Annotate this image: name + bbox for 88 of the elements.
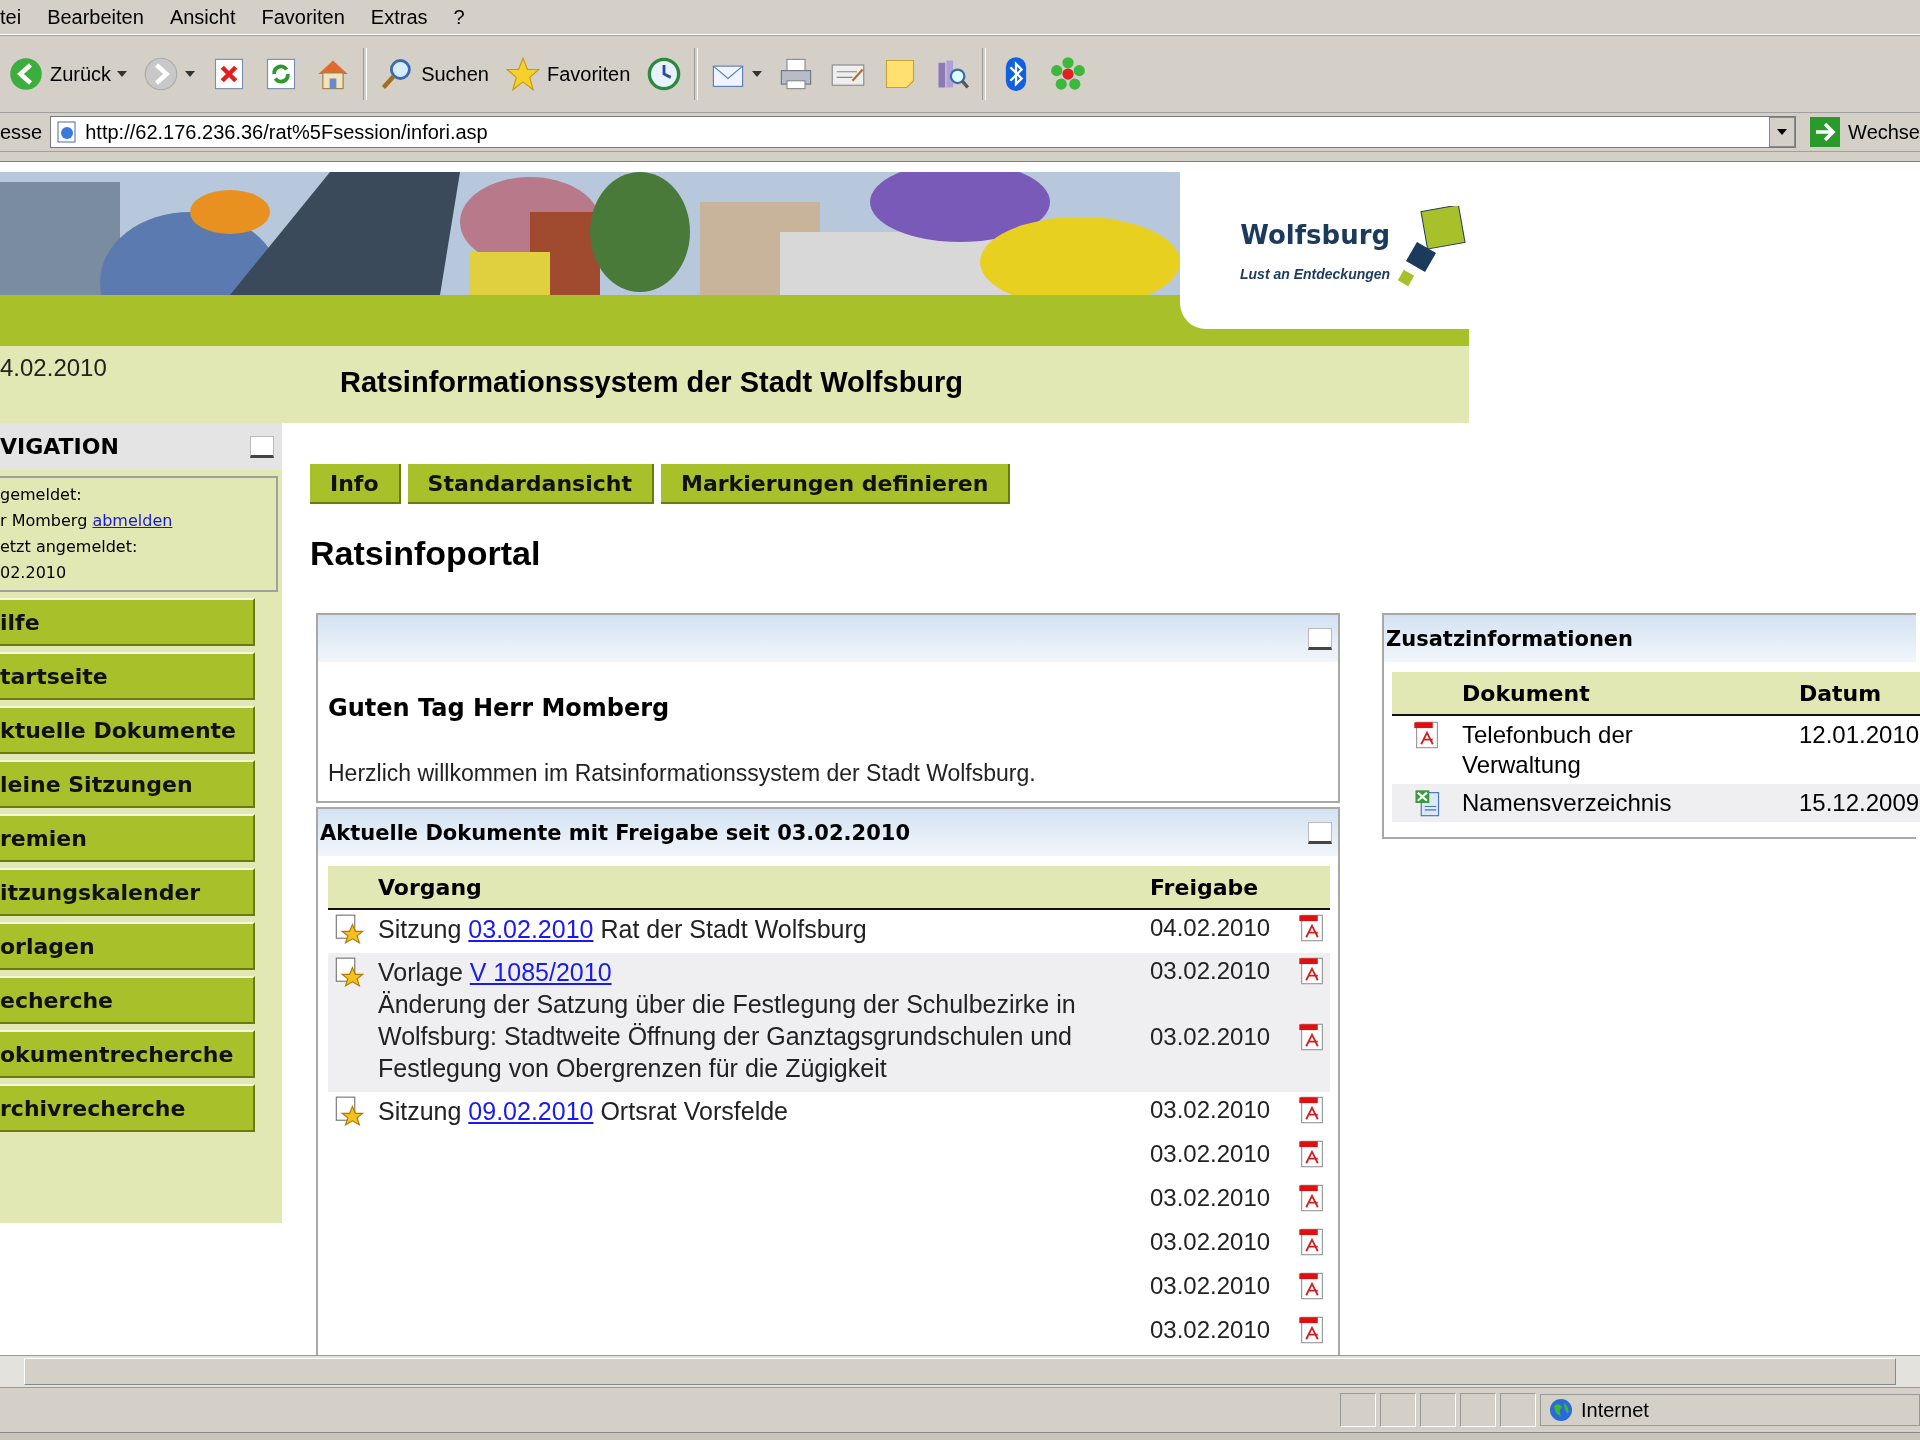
- minimize-button[interactable]: [1308, 821, 1332, 844]
- nav-button[interactable]: itzungskalender: [0, 868, 255, 916]
- panel-title: Zusatzinformationen: [1386, 626, 1634, 651]
- document-date: 15.12.2009: [1799, 789, 1920, 816]
- address-field[interactable]: http://62.176.236.36/rat%5Fsession/infori.asp: [50, 116, 1797, 148]
- toolbar-button[interactable]: Zurück: [0, 52, 136, 96]
- menu-item[interactable]: Bearbeiten: [47, 5, 144, 29]
- login-text: 02.2010: [0, 563, 67, 582]
- release-date: 03.02.2010: [1150, 1140, 1271, 1168]
- menu-item[interactable]: tei: [0, 5, 22, 29]
- scrollbar-thumb[interactable]: [24, 1358, 1896, 1385]
- menu-item[interactable]: Extras: [370, 5, 428, 29]
- nav-button[interactable]: ktuelle Dokumente: [0, 706, 255, 754]
- menu-item[interactable]: ?: [453, 5, 465, 29]
- go-button[interactable]: Wechse: [1804, 117, 1920, 147]
- nav-button[interactable]: ilfe: [0, 598, 255, 646]
- star-document-icon[interactable]: [334, 914, 364, 944]
- dropdown-button[interactable]: [1769, 117, 1796, 147]
- caret-icon: [117, 71, 128, 77]
- tab[interactable]: Standardansicht: [407, 464, 654, 504]
- release-date: 03.02.2010: [1150, 1316, 1271, 1344]
- logout-link[interactable]: abmelden: [92, 511, 173, 530]
- status-cell: [1500, 1393, 1536, 1427]
- panel-title: Aktuelle Dokumente mit Freigabe seit 03.02.2010: [320, 820, 910, 845]
- entry-text: Sitzung 03.02.2010 Rat der Stadt Wolfsburg: [378, 914, 868, 945]
- pdf-icon[interactable]: [1413, 720, 1441, 750]
- back-icon: [8, 56, 44, 92]
- welcome-text: Herzlich willkommen im Ratsinformationssystem der Stadt Wolfsburg.: [328, 760, 1037, 787]
- address-label: esse: [0, 120, 43, 144]
- page-title: Ratsinfoportal: [310, 534, 542, 573]
- column-header: Datum: [1799, 672, 1920, 715]
- logo-title: Wolfsburg: [1240, 219, 1391, 250]
- logo-slogan: Lust an Entdeckungen: [1240, 265, 1391, 282]
- column-header: Freigabe: [1150, 866, 1330, 909]
- history-icon: [646, 56, 683, 92]
- entry-link[interactable]: 03.02.2010: [468, 915, 594, 943]
- release-date: 03.02.2010: [1150, 1023, 1271, 1051]
- entry-link[interactable]: 09.02.2010: [468, 1097, 594, 1125]
- current-date: 4.02.2010: [0, 353, 108, 383]
- entry-link[interactable]: V 1085/2010: [469, 958, 612, 986]
- tab[interactable]: Info: [310, 464, 401, 504]
- globe-icon: [1549, 1398, 1573, 1422]
- login-text: etzt angemeldet:: [0, 537, 138, 556]
- forward-icon: [143, 56, 180, 92]
- navigation-title: VIGATION: [0, 434, 119, 459]
- release-date: 03.02.2010: [1150, 1184, 1271, 1212]
- toolbar-button[interactable]: Suchen: [371, 52, 497, 96]
- release-date: 03.02.2010: [1150, 1228, 1271, 1256]
- spreadsheet-icon[interactable]: [1413, 788, 1441, 818]
- status-cell: [1420, 1393, 1456, 1427]
- menu-item[interactable]: Favoriten: [261, 5, 345, 29]
- nav-button[interactable]: okumentrecherche: [0, 1030, 255, 1078]
- star-icon: [504, 56, 541, 92]
- nav-button[interactable]: tartseite: [0, 652, 255, 700]
- flower-icon: [1050, 56, 1087, 92]
- welcome-heading: Guten Tag Herr Momberg: [328, 694, 671, 722]
- toolbar-button[interactable]: Favoriten: [496, 52, 639, 96]
- nav-button[interactable]: echerche: [0, 976, 255, 1024]
- caret-icon: [752, 71, 763, 77]
- column-header: Vorgang: [378, 866, 1150, 909]
- nav-button[interactable]: rchivrecherche: [0, 1084, 255, 1132]
- login-text: r Momberg abmelden: [0, 511, 173, 530]
- release-date: 04.02.2010: [1150, 914, 1271, 942]
- menu-item[interactable]: Ansicht: [169, 5, 236, 29]
- minimize-button[interactable]: [1308, 627, 1332, 650]
- caret-icon: [185, 71, 196, 77]
- security-zone: Internet: [1581, 1398, 1649, 1422]
- nav-button[interactable]: orlagen: [0, 922, 255, 970]
- nav-button[interactable]: leine Sitzungen: [0, 760, 255, 808]
- status-cell: [1380, 1393, 1416, 1427]
- entry-text: Vorlage V 1085/2010 Änderung der Satzung über die Festlegung der Schulbezirke in Wolfsburg: Stadtweite Öffnung der Ganztagsgrundschulen und Festlegung von Obergrenzen für die Zügigkeit: [378, 957, 1077, 1084]
- caret-icon: [1777, 129, 1788, 135]
- release-date: 03.02.2010: [1150, 957, 1271, 985]
- login-text: gemeldet:: [0, 485, 82, 504]
- release-date: 03.02.2010: [1150, 1272, 1271, 1300]
- status-cell: [1460, 1393, 1496, 1427]
- document-name[interactable]: Telefonbuch der Verwaltung: [1462, 720, 1682, 780]
- entry-text: Sitzung 09.02.2010 Ortsrat Vorsfelde: [378, 1096, 789, 1127]
- release-date: 03.02.2010: [1150, 1096, 1271, 1124]
- tab[interactable]: Markierungen definieren: [661, 464, 1011, 504]
- column-header: Dokument: [1462, 672, 1799, 715]
- star-document-icon[interactable]: [334, 957, 364, 987]
- document-date: 12.01.2010: [1799, 721, 1920, 748]
- site-title: Ratsinformationssystem der Stadt Wolfsburg: [340, 365, 964, 400]
- status-cell: [1340, 1393, 1376, 1427]
- minimize-button[interactable]: [250, 435, 274, 458]
- star-document-icon[interactable]: [334, 1096, 364, 1126]
- nav-button[interactable]: remien: [0, 814, 255, 862]
